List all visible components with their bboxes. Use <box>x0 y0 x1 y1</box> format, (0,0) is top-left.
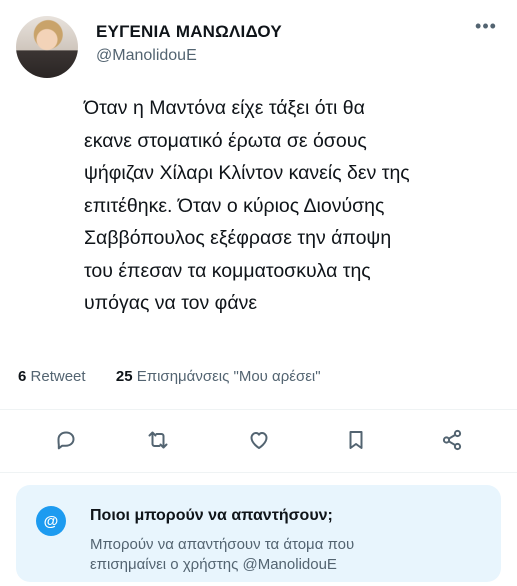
likes-count[interactable]: 25 <box>116 368 133 385</box>
mention-icon: @ <box>36 506 66 536</box>
reply-button[interactable] <box>46 420 86 460</box>
divider <box>0 472 517 473</box>
tweet-text: Όταν η Μαντόνα είχε τάξει ότι θα εκανε σ… <box>84 97 410 314</box>
author-handle[interactable]: @ManolidouE <box>96 47 197 65</box>
retweet-icon <box>148 431 168 449</box>
bookmark-icon <box>349 431 363 449</box>
share-button[interactable] <box>432 420 472 460</box>
reply-restriction-description: Μπορούν να απαντήσουν τα άτομα που επιση… <box>90 536 355 573</box>
like-icon <box>250 432 268 449</box>
avatar[interactable] <box>16 16 78 78</box>
action-bar <box>0 420 517 464</box>
tweet-header: ΕΥΓΕΝΙΑ ΜΑΝΩΛΙΔΟΥ @ManolidouE ••• <box>16 16 503 80</box>
tweet-detail: ΕΥΓΕΝΙΑ ΜΑΝΩΛΙΔΟΥ @ManolidouE ••• Όταν η… <box>0 0 517 586</box>
retweets-count[interactable]: 6 <box>18 368 26 385</box>
divider <box>0 409 517 410</box>
like-button[interactable] <box>239 420 279 460</box>
share-icon <box>442 429 462 451</box>
reply-restriction-title: Ποιοι μπορούν να απαντήσουν; <box>90 507 333 524</box>
reply-restriction-notice: @ Ποιοι μπορούν να απαντήσουν; Μπορούν ν… <box>16 485 501 582</box>
more-options-button[interactable]: ••• <box>473 17 499 40</box>
reply-icon <box>57 431 75 450</box>
bookmark-button[interactable] <box>336 420 376 460</box>
retweets-label[interactable]: Retweet <box>31 368 86 385</box>
retweet-button[interactable] <box>138 420 178 460</box>
tweet-stats: 6 Retweet 25 Επισημάνσεις "Μου αρέσει" <box>18 368 321 385</box>
author-display-name[interactable]: ΕΥΓΕΝΙΑ ΜΑΝΩΛΙΔΟΥ <box>96 22 282 42</box>
likes-label[interactable]: Επισημάνσεις "Μου αρέσει" <box>137 368 321 385</box>
